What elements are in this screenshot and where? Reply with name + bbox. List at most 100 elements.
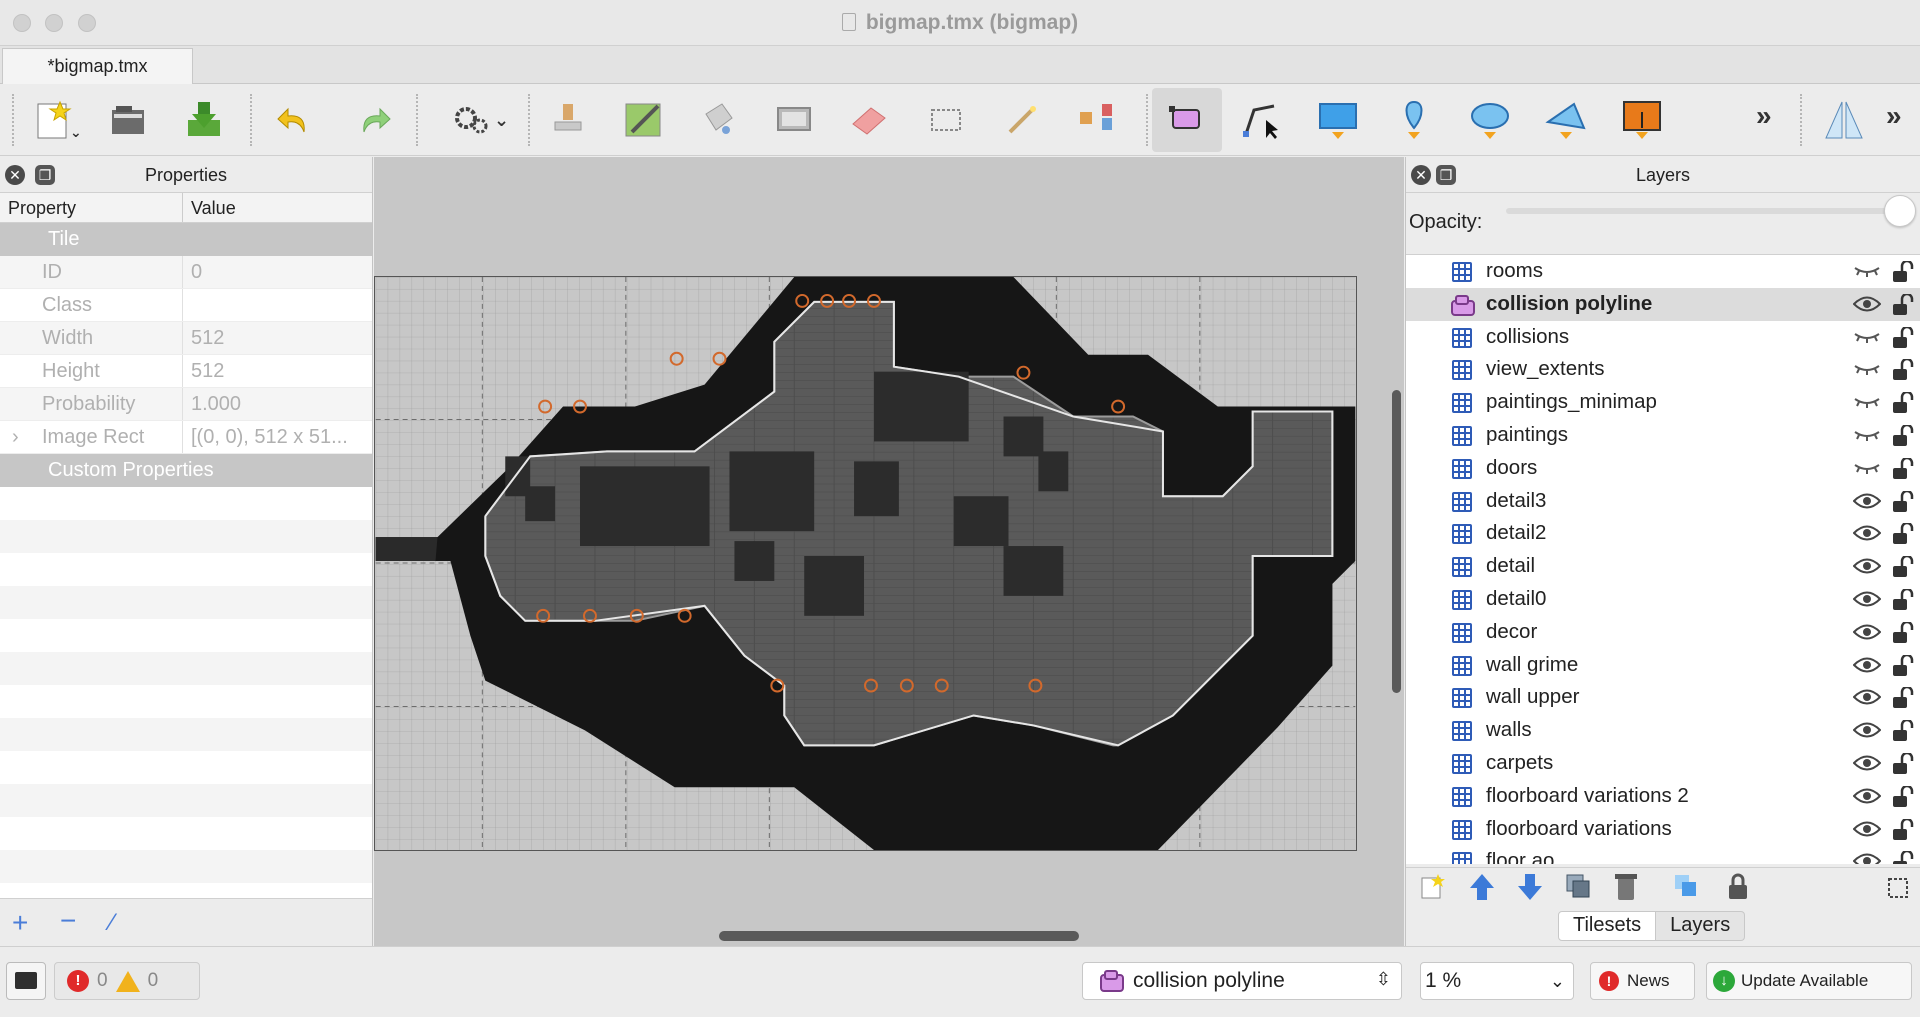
hidden-eye-icon[interactable] xyxy=(1853,393,1881,411)
tab-layers[interactable]: Layers xyxy=(1656,911,1746,941)
value-column-header[interactable]: Value xyxy=(183,193,236,222)
unlocked-icon[interactable] xyxy=(1891,621,1915,644)
group-tile[interactable]: Tile xyxy=(0,223,372,256)
unlocked-icon[interactable] xyxy=(1891,654,1915,677)
unlocked-icon[interactable] xyxy=(1891,359,1915,381)
tab-bigmap[interactable]: *bigmap.tmx xyxy=(2,48,193,84)
layer-row[interactable]: rooms xyxy=(1406,255,1920,288)
stamp-brush-icon[interactable] xyxy=(545,96,593,144)
layer-row[interactable]: detail2 xyxy=(1406,517,1920,550)
raise-layer-icon[interactable] xyxy=(1468,872,1496,902)
edit-polygons-icon[interactable] xyxy=(1238,96,1286,144)
more-toolbar-chevron-icon[interactable]: » xyxy=(1886,100,1902,132)
duplicate-layer-icon[interactable] xyxy=(1564,872,1592,902)
opacity-slider-track[interactable] xyxy=(1506,208,1906,214)
map-canvas[interactable] xyxy=(374,157,1404,946)
unlocked-icon[interactable] xyxy=(1891,326,1915,349)
layer-row[interactable]: paintings xyxy=(1406,419,1920,452)
layer-row[interactable]: collisions xyxy=(1406,321,1920,354)
insert-polygon-icon[interactable] xyxy=(1542,96,1590,144)
bucket-fill-icon[interactable] xyxy=(694,96,742,144)
unlocked-icon[interactable] xyxy=(1891,457,1915,480)
open-folder-icon[interactable] xyxy=(104,96,152,144)
show-hide-others-icon[interactable] xyxy=(1672,872,1700,902)
property-value[interactable] xyxy=(183,289,371,321)
visible-eye-icon[interactable] xyxy=(1853,787,1881,805)
close-panel-icon[interactable]: ✕ xyxy=(5,165,25,185)
visible-eye-icon[interactable] xyxy=(1853,492,1881,510)
issues-button[interactable]: ! 0 0 xyxy=(54,962,200,1000)
commands-gear-icon[interactable] xyxy=(448,96,496,144)
vertical-scrollbar[interactable] xyxy=(1392,390,1401,693)
property-row-image-rect[interactable]: › Image Rect [(0, 0), 512 x 51... xyxy=(0,421,372,454)
layer-row[interactable]: carpets xyxy=(1406,747,1920,780)
lock-layer-icon[interactable] xyxy=(1724,872,1752,902)
visible-eye-icon[interactable] xyxy=(1853,754,1881,772)
layer-row[interactable]: decor xyxy=(1406,616,1920,649)
unlocked-icon[interactable] xyxy=(1891,261,1915,283)
visible-eye-icon[interactable] xyxy=(1853,590,1881,608)
float-panel-icon[interactable]: ❐ xyxy=(1436,165,1456,185)
shape-fill-icon[interactable] xyxy=(770,96,818,144)
layer-row[interactable]: doors xyxy=(1406,452,1920,485)
console-button[interactable] xyxy=(6,962,46,1000)
visible-eye-icon[interactable] xyxy=(1853,524,1881,542)
eraser-icon[interactable] xyxy=(845,96,893,144)
layer-row[interactable]: walls xyxy=(1406,714,1920,747)
add-property-icon[interactable]: + xyxy=(12,907,28,939)
update-available-button[interactable]: ↓ Update Available xyxy=(1706,962,1912,1000)
unlocked-icon[interactable] xyxy=(1891,556,1915,578)
visible-eye-icon[interactable] xyxy=(1853,295,1881,313)
undo-icon[interactable] xyxy=(270,96,318,144)
close-panel-icon[interactable]: ✕ xyxy=(1411,165,1431,185)
layer-row[interactable]: floor ao xyxy=(1406,845,1920,864)
select-objects-icon[interactable] xyxy=(1152,88,1222,152)
unlocked-icon[interactable] xyxy=(1891,687,1915,709)
magic-wand-icon[interactable] xyxy=(998,96,1046,144)
visible-eye-icon[interactable] xyxy=(1853,852,1881,864)
property-row-width[interactable]: Width 512 xyxy=(0,322,372,355)
layer-row[interactable]: view_extents xyxy=(1406,353,1920,386)
terrain-brush-icon[interactable] xyxy=(620,96,668,144)
expand-chevron-icon[interactable]: › xyxy=(12,421,19,454)
hidden-eye-icon[interactable] xyxy=(1853,328,1881,346)
visible-eye-icon[interactable] xyxy=(1853,721,1881,739)
unlocked-icon[interactable] xyxy=(1891,752,1915,775)
hidden-eye-icon[interactable] xyxy=(1853,262,1881,280)
unlocked-icon[interactable] xyxy=(1891,785,1915,808)
hidden-eye-icon[interactable] xyxy=(1853,360,1881,378)
visible-eye-icon[interactable] xyxy=(1853,688,1881,706)
hidden-eye-icon[interactable] xyxy=(1853,459,1881,477)
visible-eye-icon[interactable] xyxy=(1853,820,1881,838)
more-tools-chevron-icon[interactable]: » xyxy=(1756,100,1772,132)
property-row-probability[interactable]: Probability 1.000 xyxy=(0,388,372,421)
visible-eye-icon[interactable] xyxy=(1853,656,1881,674)
layer-row[interactable]: wall grime xyxy=(1406,649,1920,682)
unlocked-icon[interactable] xyxy=(1891,424,1915,447)
delete-layer-icon[interactable] xyxy=(1612,872,1640,902)
property-row-height[interactable]: Height 512 xyxy=(0,355,372,388)
news-button[interactable]: ! News xyxy=(1590,962,1695,1000)
insert-point-icon[interactable] xyxy=(1390,96,1438,144)
tab-tilesets[interactable]: Tilesets xyxy=(1558,911,1657,941)
insert-rectangle-icon[interactable] xyxy=(1314,96,1362,144)
visible-eye-icon[interactable] xyxy=(1853,623,1881,641)
new-layer-icon[interactable] xyxy=(1420,872,1448,902)
redo-icon[interactable] xyxy=(350,96,398,144)
layer-list[interactable]: rooms collision polyline collisions view_ex… xyxy=(1406,254,1920,864)
save-icon[interactable] xyxy=(180,96,228,144)
remove-property-icon[interactable]: − xyxy=(60,905,76,937)
unlocked-icon[interactable] xyxy=(1891,293,1915,316)
hidden-eye-icon[interactable] xyxy=(1853,426,1881,444)
tile-map[interactable] xyxy=(374,276,1357,851)
rename-property-icon[interactable]: ⁄ xyxy=(110,909,114,937)
zoom-select[interactable]: 1 % ⌄ xyxy=(1420,962,1574,1000)
layer-row[interactable]: floorboard variations 2 xyxy=(1406,780,1920,813)
unlocked-icon[interactable] xyxy=(1891,720,1915,742)
layer-row[interactable]: paintings_minimap xyxy=(1406,386,1920,419)
unlocked-icon[interactable] xyxy=(1891,490,1915,513)
insert-ellipse-icon[interactable] xyxy=(1466,96,1514,144)
lower-layer-icon[interactable] xyxy=(1516,872,1544,902)
unlocked-icon[interactable] xyxy=(1891,818,1915,841)
select-same-tile-icon[interactable] xyxy=(1074,96,1122,144)
